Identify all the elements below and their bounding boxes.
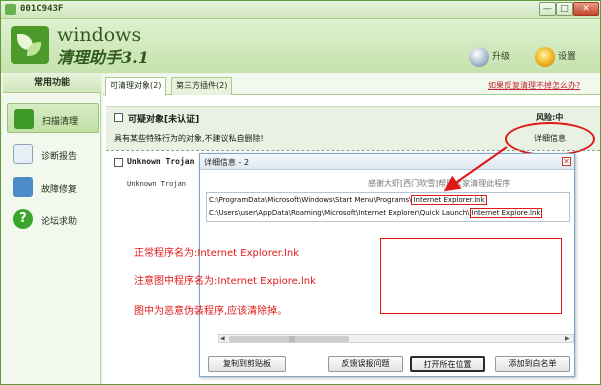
horizontal-scrollbar[interactable]: ◀ ||| ▶ <box>218 334 574 343</box>
path-filename-highlight: Internet Explorer.lnk <box>411 195 487 205</box>
sidebar-item-label: 论坛求助 <box>41 217 78 227</box>
dialog-title: 详细信息 - 2 <box>204 158 250 167</box>
divider <box>106 150 600 151</box>
upgrade-button[interactable]: 升级 <box>469 47 515 67</box>
gear-icon <box>535 47 555 67</box>
sidebar-heading: 常用功能 <box>3 74 101 93</box>
tab-bar: 可清理对象(2) 第三方插件(2) 如果反复清理不掉怎么办? <box>103 74 600 96</box>
scroll-grip: ||| <box>289 336 296 343</box>
tab-cleanable[interactable]: 可清理对象(2) <box>105 77 167 96</box>
item-checkbox[interactable] <box>114 158 123 167</box>
minimize-button[interactable]: — <box>539 2 556 16</box>
item-description: 具有某些特殊行为的对象,不建议私自删除! <box>114 134 264 143</box>
settings-label: 设置 <box>558 52 577 62</box>
path-prefix: C:\ProgramData\Microsoft\Windows\Start M… <box>209 196 412 204</box>
open-location-button[interactable]: 打开所在位置 <box>410 356 485 372</box>
window-title: 001C943F <box>20 4 64 14</box>
tab-plugins[interactable]: 第三方插件(2) <box>171 77 233 95</box>
sidebar-item-label: 故障修复 <box>41 185 78 195</box>
upgrade-label: 升级 <box>492 52 511 62</box>
scroll-thumb[interactable]: ||| <box>229 336 349 343</box>
app-window: 001C943F — □ ✕ windows 清理助手3.1 升级 设置 常用功… <box>0 0 601 385</box>
annotation-line: 正常程序名为:Internet Explorer.lnk <box>134 248 300 259</box>
wrench-icon <box>13 177 33 197</box>
path-row: C:\ProgramData\Microsoft\Windows\Start M… <box>209 195 487 205</box>
scroll-right-icon[interactable]: ▶ <box>565 335 570 342</box>
maximize-button[interactable]: □ <box>556 2 573 16</box>
dialog-title-bar[interactable]: 详细信息 - 2 ✕ <box>200 154 574 170</box>
path-filename-highlight: Internet Expiore.lnk <box>469 208 543 218</box>
sidebar-item-repair[interactable]: 故障修复 <box>7 172 99 202</box>
scroll-left-icon[interactable]: ◀ <box>220 335 225 342</box>
copy-button[interactable]: 复制到剪贴板 <box>208 356 286 372</box>
settings-button[interactable]: 设置 <box>535 47 585 67</box>
close-button[interactable]: ✕ <box>573 2 599 16</box>
sidebar-item-label: 诊断报告 <box>41 152 78 162</box>
sidebar-item-help[interactable]: ? 论坛求助 <box>7 204 99 234</box>
whitelist-button[interactable]: 添加到白名单 <box>495 356 570 372</box>
app-icon <box>5 4 16 15</box>
sidebar-item-scan[interactable]: 扫描清理 <box>7 103 99 133</box>
help-link[interactable]: 如果反复清理不掉怎么办? <box>488 80 580 91</box>
report-false-positive-button[interactable]: 反馈误报问题 <box>328 356 403 372</box>
app-header: windows 清理助手3.1 升级 设置 <box>1 19 600 73</box>
path-row: C:\Users\user\AppData\Roaming\Microsoft\… <box>209 208 543 218</box>
annotation-line: 注意图中程序名为:Internet Expiore.lnk <box>134 276 316 287</box>
sidebar-item-label: 扫描清理 <box>42 117 79 127</box>
path-list[interactable]: C:\ProgramData\Microsoft\Windows\Start M… <box>206 192 570 222</box>
broom-icon <box>14 109 34 129</box>
item-name: Unknown Trojan <box>127 157 195 166</box>
app-name: windows <box>57 24 142 46</box>
detail-dialog: 详细信息 - 2 ✕ 感谢大虾[西门吹雪]帮助大家清理此程序 C:\Progra… <box>134 153 575 377</box>
annotation-box <box>380 238 562 314</box>
item-description: Unknown Trojan <box>127 180 187 188</box>
question-icon: ? <box>13 209 33 229</box>
item-name: 可疑对象[未认证] <box>128 115 200 125</box>
app-subtitle: 清理助手3.1 <box>57 48 149 67</box>
sidebar: 常用功能 扫描清理 诊断报告 故障修复 ? 论坛求助 <box>3 74 101 384</box>
item-checkbox[interactable] <box>114 113 123 122</box>
report-icon <box>13 144 33 164</box>
thanks-note: 感谢大虾[西门吹雪]帮助大家清理此程序 <box>368 179 511 188</box>
title-bar[interactable]: 001C943F — □ ✕ <box>1 1 600 19</box>
path-prefix: C:\Users\user\AppData\Roaming\Microsoft\… <box>209 209 470 217</box>
close-icon[interactable]: ✕ <box>562 157 571 166</box>
app-logo <box>11 26 49 64</box>
annotation-line: 图中为恶意伪装程序,应该清除掉。 <box>134 306 288 317</box>
upgrade-icon <box>469 47 489 67</box>
sidebar-item-report[interactable]: 诊断报告 <box>7 139 99 169</box>
